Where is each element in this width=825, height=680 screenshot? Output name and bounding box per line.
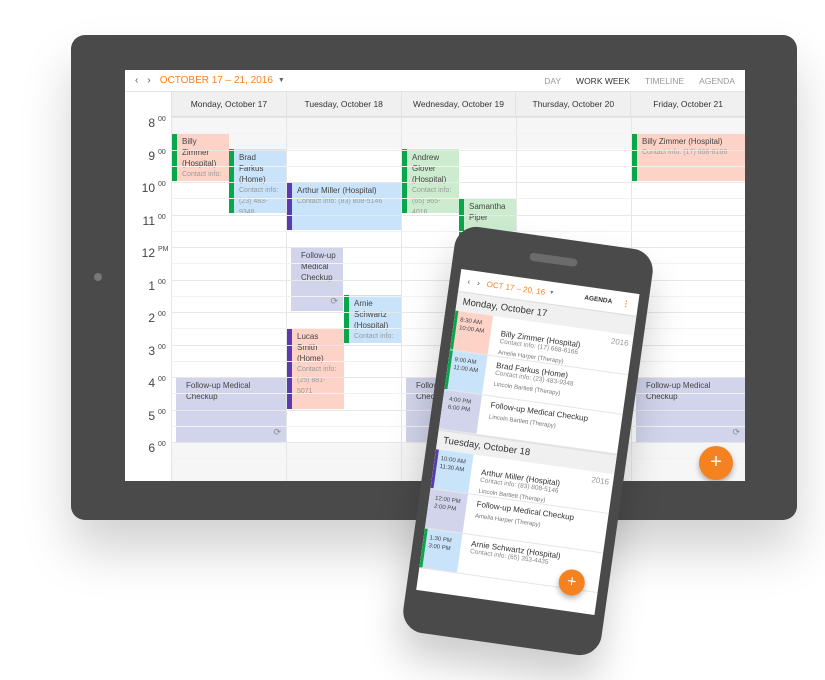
event[interactable]: Arnie Schwartz (Hospital) Contact info:: [344, 295, 401, 343]
chevron-right-icon[interactable]: ›: [147, 75, 150, 86]
day-header: Wednesday, October 19: [400, 92, 516, 116]
half-hour-row: [171, 165, 745, 167]
tablet-camera: [94, 273, 102, 281]
event[interactable]: Billy Zimmer (Hospital) Contact info: (17…: [632, 133, 745, 181]
hour-row: [171, 149, 745, 151]
agenda-time: 4:00 PM 6:00 PM: [438, 389, 482, 434]
hour-row: [171, 214, 745, 216]
add-event-button[interactable]: +: [699, 446, 733, 480]
day-header: Thursday, October 20: [515, 92, 630, 116]
date-range[interactable]: OCT 17 – 20, 16: [486, 279, 546, 296]
event[interactable]: Brad Farkus (Home) Contact info: (23) 483…: [229, 149, 286, 213]
agenda-time: 12:00 PM 2:00 PM: [424, 488, 469, 533]
hour-row: [171, 182, 745, 183]
scheduler-toolbar: ‹ › OCTOBER 17 – 21, 2016 ▼ DAY WORK WEE…: [125, 70, 745, 92]
time-label: 9 00: [148, 148, 166, 163]
view-agenda[interactable]: AGENDA: [584, 294, 613, 305]
view-work-week[interactable]: WORK WEEK: [576, 76, 630, 86]
more-icon[interactable]: ⋮: [622, 298, 631, 308]
day-header: Tuesday, October 18: [285, 92, 401, 116]
half-hour-row: [171, 198, 745, 199]
time-label: 11 00: [142, 213, 166, 228]
day-headers: Monday, October 17 Tuesday, October 18 W…: [171, 92, 745, 117]
chevron-right-icon[interactable]: ›: [477, 278, 481, 287]
event[interactable]: Lucas Smith (Home) Contact info: (25) 881…: [287, 328, 344, 409]
caret-down-icon[interactable]: ▼: [549, 290, 555, 297]
time-label: 5 00: [148, 408, 166, 423]
day-header: Monday, October 17: [171, 92, 286, 116]
view-agenda[interactable]: AGENDA: [699, 76, 735, 86]
time-label: 4 00: [148, 376, 166, 390]
phone-speaker: [529, 252, 578, 268]
time-label: 8 00: [148, 116, 166, 130]
time-label: 12 PM: [141, 246, 169, 260]
chevron-left-icon[interactable]: ‹: [467, 277, 471, 286]
view-day[interactable]: DAY: [544, 76, 561, 86]
time-label: 6 00: [148, 441, 166, 455]
chevron-left-icon[interactable]: ‹: [135, 75, 138, 86]
half-hour-row: [171, 133, 745, 134]
agenda-time: 9:00 AM 11:00 AM: [444, 350, 488, 395]
time-label: 2 00: [148, 311, 166, 325]
time-label: 1 00: [148, 278, 166, 293]
hour-row: [171, 117, 745, 118]
recurrence-icon: ⟳: [273, 427, 281, 437]
agenda-time: 8:30 AM 10:00 AM: [450, 310, 494, 355]
view-timeline[interactable]: TIMELINE: [645, 76, 684, 86]
half-hour-row: [171, 230, 745, 232]
time-label: 3 00: [148, 343, 166, 358]
time-label: 10 00: [141, 181, 166, 195]
agenda-time: 10:00 AM 11:30 AM: [430, 449, 474, 494]
agenda-time: 1:30 PM 3:00 PM: [419, 528, 463, 573]
recurrence-icon: ⟳: [330, 296, 338, 306]
day-header: Friday, October 21: [630, 92, 745, 116]
recurrence-icon: ⟳: [732, 427, 740, 437]
date-range[interactable]: OCTOBER 17 – 21, 2016: [160, 75, 273, 86]
caret-down-icon[interactable]: ▼: [278, 77, 285, 84]
event[interactable]: Billy Zimmer (Hospital) Contact info:: [172, 133, 229, 181]
agenda-view: ‹ › OCT 17 – 20, 16 ▼ AGENDA ⋮ Monday, O…: [416, 269, 640, 615]
event[interactable]: Andrew Glover (Hospital) Contact info: (6…: [402, 149, 459, 213]
event[interactable]: Arthur Miller (Hospital) Contact info: (8…: [287, 182, 401, 230]
